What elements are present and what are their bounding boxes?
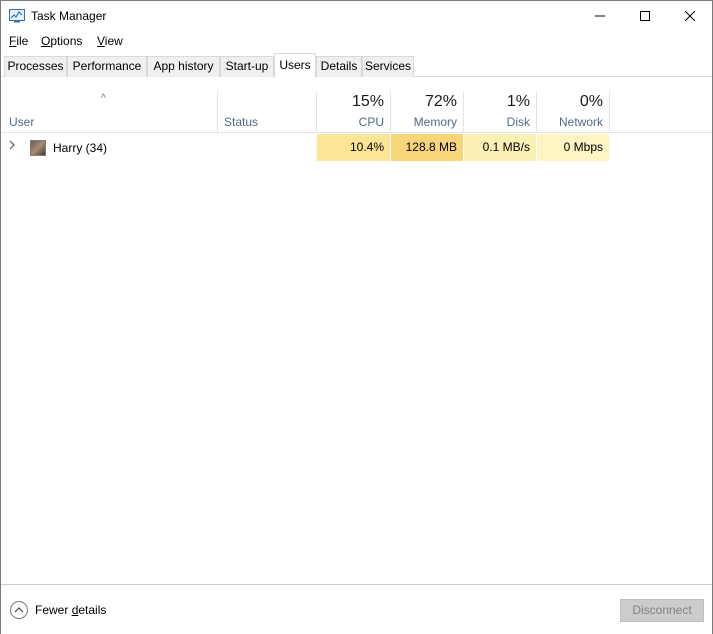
column-header-network[interactable]: Network	[537, 115, 603, 129]
task-manager-icon	[9, 9, 25, 23]
network-total-percent[interactable]: 0%	[537, 93, 603, 111]
chevron-right-icon[interactable]	[9, 140, 15, 153]
column-header-status[interactable]: Status	[224, 115, 258, 129]
title-bar[interactable]: Task Manager	[1, 1, 712, 31]
footer: Fewer details Disconnect	[1, 584, 712, 634]
memory-total-percent[interactable]: 72%	[391, 93, 457, 111]
tab-users[interactable]: Users	[274, 53, 316, 78]
disk-total-percent[interactable]: 1%	[464, 93, 530, 111]
sort-ascending-icon: ^	[101, 93, 106, 104]
maximize-icon	[640, 11, 650, 21]
column-header-memory[interactable]: Memory	[391, 115, 457, 129]
disconnect-button[interactable]: Disconnect	[620, 599, 704, 622]
fewer-details-text: Fewer	[35, 603, 72, 617]
menu-options-rest: ptions	[50, 34, 83, 48]
table-row[interactable]: Harry (34) 10.4% 128.8 MB 0.1 MB/s 0 Mbp…	[1, 134, 712, 161]
menu-view[interactable]: View	[97, 34, 123, 48]
column-header-user[interactable]: User	[9, 115, 34, 129]
network-cell: 0 Mbps	[537, 134, 609, 161]
maximize-button[interactable]	[622, 1, 668, 31]
fewer-details-link[interactable]: Fewer details	[35, 603, 106, 617]
column-divider[interactable]	[217, 91, 218, 133]
cpu-cell: 10.4%	[317, 134, 390, 161]
menu-options-accel: O	[41, 34, 51, 48]
menu-view-rest: iew	[104, 34, 123, 48]
menu-file[interactable]: File	[9, 34, 28, 48]
menu-view-accel: V	[97, 34, 105, 48]
tab-services[interactable]: Services	[362, 56, 414, 77]
column-header-disk[interactable]: Disk	[464, 115, 530, 129]
tab-start-up[interactable]: Start-up	[220, 56, 274, 77]
fewer-details-text-rest: etails	[78, 603, 107, 617]
menu-options[interactable]: Options	[41, 34, 82, 48]
menu-file-rest: ile	[16, 34, 29, 48]
window-title: Task Manager	[31, 9, 107, 23]
minimize-button[interactable]	[577, 1, 623, 31]
memory-cell: 128.8 MB	[391, 134, 463, 161]
avatar	[30, 140, 46, 156]
tab-details[interactable]: Details	[316, 56, 362, 77]
column-header-cpu[interactable]: CPU	[317, 115, 384, 129]
tab-app-history[interactable]: App history	[147, 56, 220, 77]
column-headers: ^ User Status 15% CPU 72% Memory 1% Disk…	[1, 91, 712, 133]
close-button[interactable]	[667, 1, 713, 31]
cpu-total-percent[interactable]: 15%	[317, 93, 384, 111]
minimize-icon	[595, 15, 605, 17]
tab-processes[interactable]: Processes	[4, 56, 67, 77]
tab-strip: Processes Performance App history Start-…	[1, 53, 712, 78]
column-divider[interactable]	[609, 91, 610, 133]
disk-cell: 0.1 MB/s	[464, 134, 536, 161]
menu-bar: File Options View	[1, 31, 712, 53]
tab-performance[interactable]: Performance	[67, 56, 147, 77]
task-manager-window: Task Manager File Options View Processes…	[0, 0, 713, 634]
chevron-up-circle-icon[interactable]	[10, 601, 28, 619]
status-cell	[217, 134, 316, 161]
user-name: Harry (34)	[53, 141, 108, 155]
close-icon	[685, 11, 695, 21]
